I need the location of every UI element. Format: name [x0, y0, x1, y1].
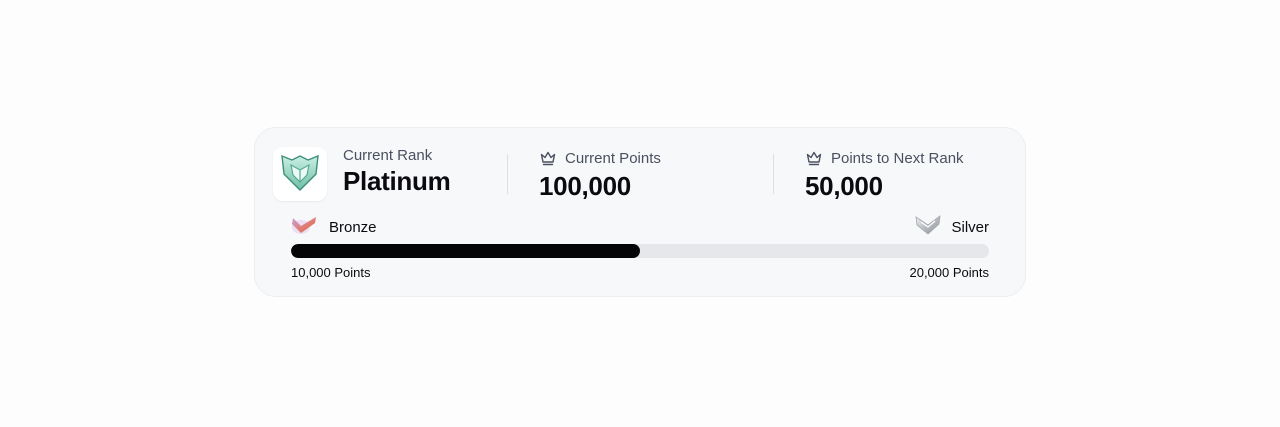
divider — [773, 154, 774, 194]
rank-card: Current Rank Platinum Current Points 100… — [254, 127, 1026, 297]
current-points-label: Current Points — [565, 149, 661, 167]
progress-fill — [291, 244, 640, 258]
current-rank: Current Rank Platinum — [343, 147, 451, 197]
current-rank-value: Platinum — [343, 166, 451, 196]
points-to-next-rank-value: 50,000 — [805, 171, 883, 201]
rank-badge — [273, 147, 327, 201]
to-tier-label: Silver — [951, 218, 989, 236]
points-to-next-rank: Points to Next Rank 50,000 — [805, 149, 964, 202]
bronze-chevron-icon — [291, 214, 319, 240]
to-tier: Silver — [915, 214, 989, 240]
from-tier-label: Bronze — [329, 218, 377, 236]
progress-end-label: 20,000 Points — [909, 265, 989, 280]
platinum-shield-icon — [278, 150, 322, 199]
points-to-next-rank-label: Points to Next Rank — [831, 149, 964, 167]
from-tier: Bronze — [291, 214, 377, 240]
current-points: Current Points 100,000 — [539, 149, 661, 202]
silver-chevron-icon — [915, 214, 941, 240]
current-rank-label: Current Rank — [343, 147, 433, 164]
crown-icon — [805, 149, 823, 167]
progress-track — [291, 244, 989, 258]
crown-icon — [539, 149, 557, 167]
divider — [507, 154, 508, 194]
progress-start-label: 10,000 Points — [291, 265, 371, 280]
current-points-value: 100,000 — [539, 171, 631, 201]
